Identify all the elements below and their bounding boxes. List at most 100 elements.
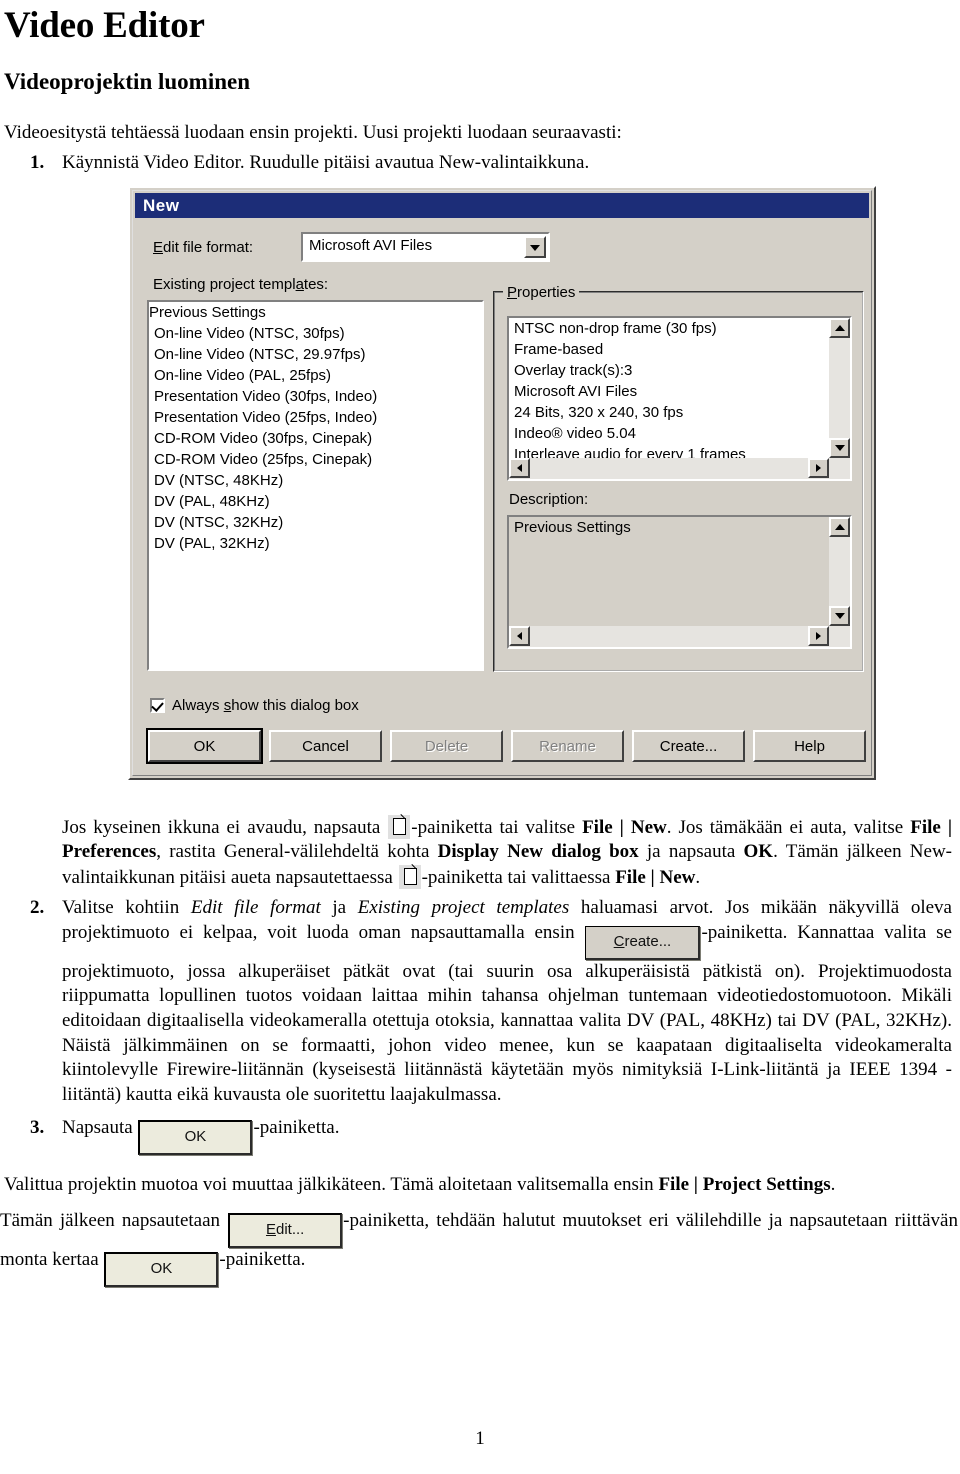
triangle-down-icon bbox=[834, 613, 845, 619]
scroll-right-button[interactable] bbox=[808, 458, 829, 478]
checkbox-label-pre: Always bbox=[172, 697, 224, 714]
followup-text-h: . bbox=[695, 866, 701, 888]
new-document-page-shape bbox=[403, 867, 417, 885]
rename-button[interactable]: Rename bbox=[511, 730, 624, 762]
menu-file-ref-1: File bbox=[582, 817, 613, 838]
closing-text-b: . bbox=[830, 1173, 836, 1195]
cancel-button-label: Cancel bbox=[302, 737, 349, 755]
dialog-titlebar: New bbox=[135, 193, 869, 218]
inline-create-button[interactable]: Create... bbox=[585, 925, 701, 960]
project-settings-ref: Project Settings bbox=[702, 1173, 831, 1195]
properties-title-rest: roperties bbox=[517, 284, 576, 301]
inline-ok-button-1[interactable]: OK bbox=[138, 1119, 253, 1155]
list-item[interactable]: Presentation Video (30fps, Indeo) bbox=[149, 386, 482, 407]
scroll-down-button[interactable] bbox=[829, 438, 850, 458]
list-item[interactable]: Presentation Video (25fps, Indeo) bbox=[149, 407, 482, 428]
templates-listbox[interactable]: Previous Settings On-line Video (NTSC, 3… bbox=[147, 300, 484, 671]
list-item[interactable]: DV (PAL, 32KHz) bbox=[149, 533, 482, 554]
scroll-up-button[interactable] bbox=[829, 318, 850, 338]
edit-file-format-label: Edit file format: bbox=[153, 239, 253, 256]
properties-horizontal-scrollbar[interactable] bbox=[509, 458, 850, 479]
always-show-dialog-checkbox[interactable] bbox=[150, 698, 165, 713]
list-item[interactable]: CD-ROM Video (25fps, Cinepak) bbox=[149, 449, 482, 470]
display-new-dialog-ref: Display New dialog box bbox=[437, 841, 639, 863]
delete-button[interactable]: Delete bbox=[390, 730, 503, 762]
scroll-up-button[interactable] bbox=[829, 517, 850, 537]
existing-templates-ref: Existing project templates bbox=[357, 896, 570, 918]
inline-create-label-rest: reate... bbox=[624, 932, 672, 950]
new-document-page-shape bbox=[393, 818, 407, 835]
description-vertical-scrollbar[interactable] bbox=[829, 517, 850, 626]
templates-selected-item[interactable]: Previous Settings bbox=[149, 304, 266, 321]
cancel-button[interactable]: Cancel bbox=[269, 730, 382, 762]
step3-text-a: Napsauta bbox=[62, 1116, 138, 1138]
steps-list: 1. Käynnistä Video Editor. Ruudulle pitä… bbox=[0, 151, 960, 176]
templates-label-rest: tes: bbox=[303, 276, 329, 293]
description-horizontal-scrollbar[interactable] bbox=[509, 626, 850, 647]
delete-button-label: Delete bbox=[424, 737, 469, 755]
list-item-step-1: 1. Käynnistä Video Editor. Ruudulle pitä… bbox=[0, 151, 960, 176]
menu-preferences-ref: Preferences bbox=[62, 841, 157, 863]
list-item-step-3: 3. Napsauta OK -painiketta. bbox=[0, 1116, 960, 1155]
properties-groupbox-title: Properties bbox=[503, 284, 580, 301]
menu-file-ref-4: File bbox=[658, 1173, 690, 1195]
always-show-dialog-label: Always show this dialog box bbox=[172, 697, 359, 714]
closing2-text-c: -painiketta. bbox=[219, 1249, 306, 1271]
inline-edit-mnemonic: E bbox=[265, 1221, 276, 1239]
step-number: 2. bbox=[30, 896, 45, 918]
followup-text-b: -painiketta tai valitse bbox=[411, 817, 583, 838]
check-icon bbox=[151, 699, 164, 712]
properties-row: 24 Bits, 320 x 240, 30 fps bbox=[514, 404, 684, 421]
scroll-right-button[interactable] bbox=[808, 626, 829, 646]
templates-label: Existing project templates: bbox=[153, 276, 328, 293]
steps-list-3: 3. Napsauta OK -painiketta. bbox=[0, 1116, 960, 1155]
menu-sep-2: | bbox=[940, 817, 953, 838]
steps-list-2: 2. Valitse kohtiin Edit file format ja Ex… bbox=[0, 896, 960, 1108]
create-button[interactable]: Create... bbox=[632, 730, 745, 762]
followup-text-e: ja napsauta bbox=[638, 841, 744, 863]
properties-row: NTSC non-drop frame (30 fps) bbox=[514, 320, 717, 337]
closing2-text-a: Tämän jälkeen napsautetaan bbox=[0, 1210, 228, 1232]
ok-button-label: OK bbox=[193, 737, 216, 755]
templates-label-mnemonic: a bbox=[295, 276, 304, 293]
new-document-icon bbox=[398, 858, 422, 889]
scroll-down-button[interactable] bbox=[829, 606, 850, 626]
edit-file-format-combobox[interactable]: Microsoft AVI Files bbox=[301, 232, 550, 262]
scroll-left-button[interactable] bbox=[509, 458, 530, 478]
templates-label-pre: Existing project templ bbox=[153, 276, 296, 293]
triangle-right-icon bbox=[816, 464, 821, 472]
list-item[interactable]: Previous Settings bbox=[149, 302, 482, 323]
scroll-left-button[interactable] bbox=[509, 626, 530, 646]
menu-new-ref-2: New bbox=[659, 866, 696, 888]
closing-text-a: Valittua projektin muotoa voi muuttaa jä… bbox=[4, 1173, 659, 1195]
step-text: Käynnistä Video Editor. Ruudulle pitäisi… bbox=[62, 152, 590, 174]
menu-file-ref-3: File bbox=[615, 866, 646, 888]
description-box[interactable]: Previous Settings bbox=[507, 515, 852, 649]
help-button[interactable]: Help bbox=[753, 730, 866, 762]
ok-button[interactable]: OK bbox=[146, 728, 263, 764]
list-item[interactable]: DV (PAL, 48KHz) bbox=[149, 491, 482, 512]
dialog-followup-paragraph: Jos kyseinen ikkuna ei avaudu, napsauta … bbox=[62, 809, 953, 890]
description-text: Previous Settings bbox=[514, 519, 631, 536]
always-show-dialog-checkbox-row[interactable]: Always show this dialog box bbox=[150, 697, 359, 714]
list-item[interactable]: On-line Video (NTSC, 30fps) bbox=[149, 323, 482, 344]
edit-file-format-label-rest: dit file format: bbox=[163, 239, 254, 256]
list-item[interactable]: DV (NTSC, 48KHz) bbox=[149, 470, 482, 491]
properties-mnemonic: P bbox=[507, 284, 518, 301]
inline-ok-button-2[interactable]: OK bbox=[104, 1252, 219, 1288]
properties-listbox[interactable]: NTSC non-drop frame (30 fps) Frame-based… bbox=[507, 316, 852, 481]
menu-sep-3: | bbox=[645, 866, 660, 888]
list-item[interactable]: DV (NTSC, 32KHz) bbox=[149, 512, 482, 533]
combobox-dropdown-button[interactable] bbox=[524, 236, 546, 258]
followup-text-g: -painiketta tai valittaessa bbox=[421, 866, 616, 888]
triangle-right-icon bbox=[816, 632, 821, 640]
list-item[interactable]: On-line Video (NTSC, 29.97fps) bbox=[149, 344, 482, 365]
step2-text-a: Valitse kohtiin bbox=[62, 896, 191, 918]
properties-vertical-scrollbar[interactable] bbox=[829, 318, 850, 458]
menu-sep-1: | bbox=[612, 817, 631, 838]
list-item[interactable]: CD-ROM Video (30fps, Cinepak) bbox=[149, 428, 482, 449]
list-item[interactable]: On-line Video (PAL, 25fps) bbox=[149, 365, 482, 386]
menu-file-ref-2: File bbox=[910, 817, 941, 838]
rename-button-label: Rename bbox=[539, 737, 596, 755]
inline-edit-button[interactable]: Edit... bbox=[228, 1213, 343, 1249]
